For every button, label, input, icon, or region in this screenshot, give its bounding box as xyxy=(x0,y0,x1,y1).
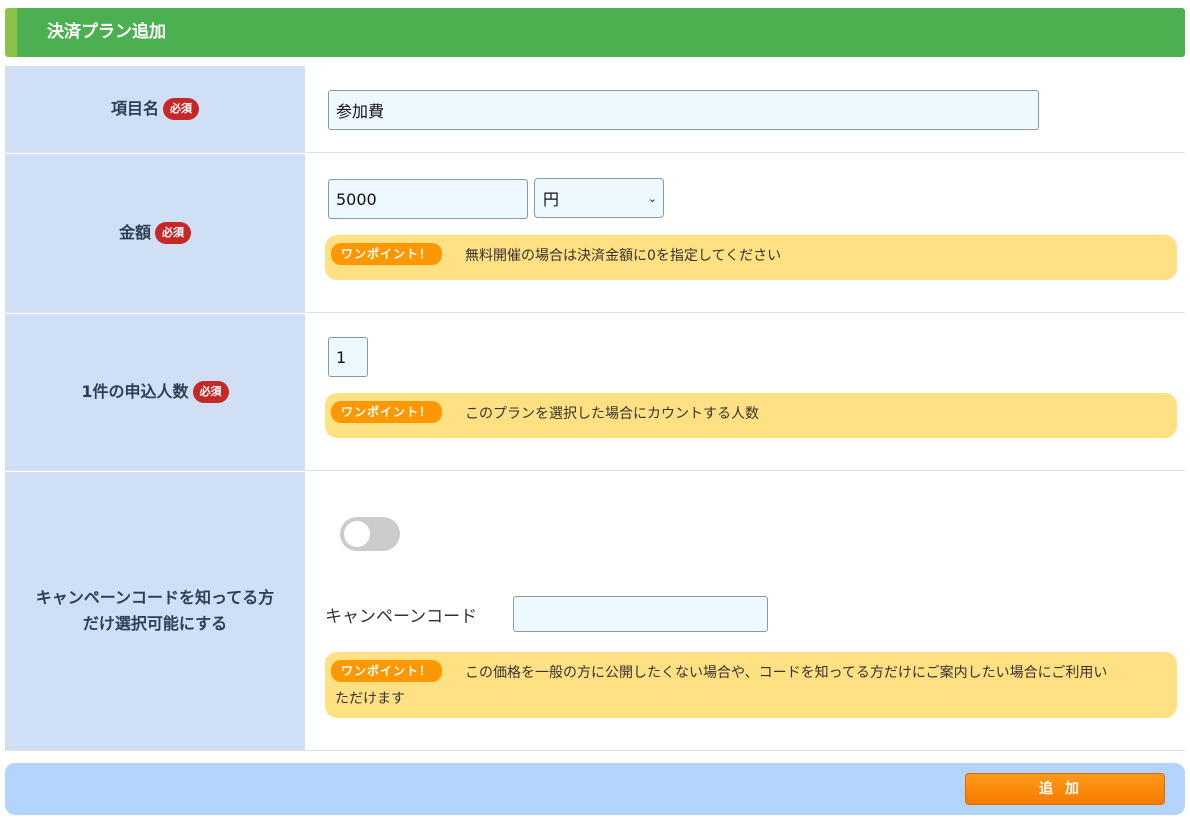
campaign-label-line1: キャンペーンコードを知ってる方 xyxy=(35,588,275,607)
required-badge: 必須 xyxy=(163,98,199,120)
campaign-code-input[interactable] xyxy=(513,596,768,632)
footer-bar: 追加 xyxy=(5,763,1185,815)
campaign-label: キャンペーンコードを知ってる方 だけ選択可能にする xyxy=(36,585,274,637)
applicants-tip-text: このプランを選択した場合にカウントする人数 xyxy=(465,406,759,422)
campaign-label-line2: だけ選択可能にする xyxy=(82,614,228,633)
amount-label-cell: 金額 必須 xyxy=(5,154,305,312)
currency-value: 円 xyxy=(543,190,560,209)
tip-tag: ワンポイント！ xyxy=(331,243,443,265)
applicants-label-cell: 1件の申込人数 必須 xyxy=(5,314,305,470)
applicants-label: 1件の申込人数 xyxy=(81,382,189,401)
page-header: 決済プラン追加 xyxy=(5,8,1185,57)
campaign-tip: ワンポイント！ この価格を一般の方に公開したくない場合や、コードを知ってる方だけ… xyxy=(325,652,1177,718)
page-title: 決済プラン追加 xyxy=(47,22,166,42)
currency-select[interactable]: 円 ⌄ xyxy=(534,178,664,218)
campaign-tip-text: この価格を一般の方に公開したくない場合や、コードを知ってる方だけにご案内したい場… xyxy=(465,660,1167,686)
item-name-label: 項目名 xyxy=(110,99,159,118)
chevron-down-icon: ⌄ xyxy=(647,191,657,205)
item-name-label-cell: 項目名 必須 xyxy=(5,66,305,152)
applicants-value: 1 xyxy=(336,347,347,367)
add-button[interactable]: 追加 xyxy=(965,773,1165,805)
tip-tag: ワンポイント！ xyxy=(331,660,443,682)
campaign-code-label: キャンペーンコード xyxy=(325,607,478,627)
required-badge: 必須 xyxy=(192,381,229,403)
campaign-label-cell: キャンペーンコードを知ってる方 だけ選択可能にする xyxy=(5,472,305,750)
required-badge: 必須 xyxy=(155,222,191,244)
applicants-input[interactable]: 1 xyxy=(328,337,368,377)
tip-tag: ワンポイント！ xyxy=(331,401,443,423)
amount-row: 金額 必須 5000 円 ⌄ ワンポイント！ 無料開催の場合は決済金額に0を指定… xyxy=(5,154,1185,313)
amount-tip: ワンポイント！ 無料開催の場合は決済金額に0を指定してください xyxy=(325,235,1177,280)
campaign-toggle[interactable] xyxy=(340,517,400,551)
applicants-row: 1件の申込人数 必須 1 ワンポイント！ このプランを選択した場合にカウントする… xyxy=(5,314,1185,471)
item-name-value: 参加費 xyxy=(336,102,385,121)
campaign-row: キャンペーンコードを知ってる方 だけ選択可能にする キャンペーンコード ワンポイ… xyxy=(5,472,1185,751)
amount-input[interactable]: 5000 xyxy=(328,179,528,219)
amount-label: 金額 xyxy=(118,223,151,242)
campaign-tip-line2: ただけます xyxy=(335,691,405,707)
amount-tip-text: 無料開催の場合は決済金額に0を指定してください xyxy=(465,248,782,264)
applicants-tip: ワンポイント！ このプランを選択した場合にカウントする人数 xyxy=(325,393,1177,438)
item-name-row: 項目名 必須 参加費 xyxy=(5,66,1185,153)
toggle-knob xyxy=(344,521,370,547)
item-name-input[interactable]: 参加費 xyxy=(328,90,1039,130)
campaign-tip-line1: この価格を一般の方に公開したくない場合や、コードを知ってる方だけにご案内したい場… xyxy=(465,665,1108,681)
amount-value: 5000 xyxy=(336,189,377,209)
